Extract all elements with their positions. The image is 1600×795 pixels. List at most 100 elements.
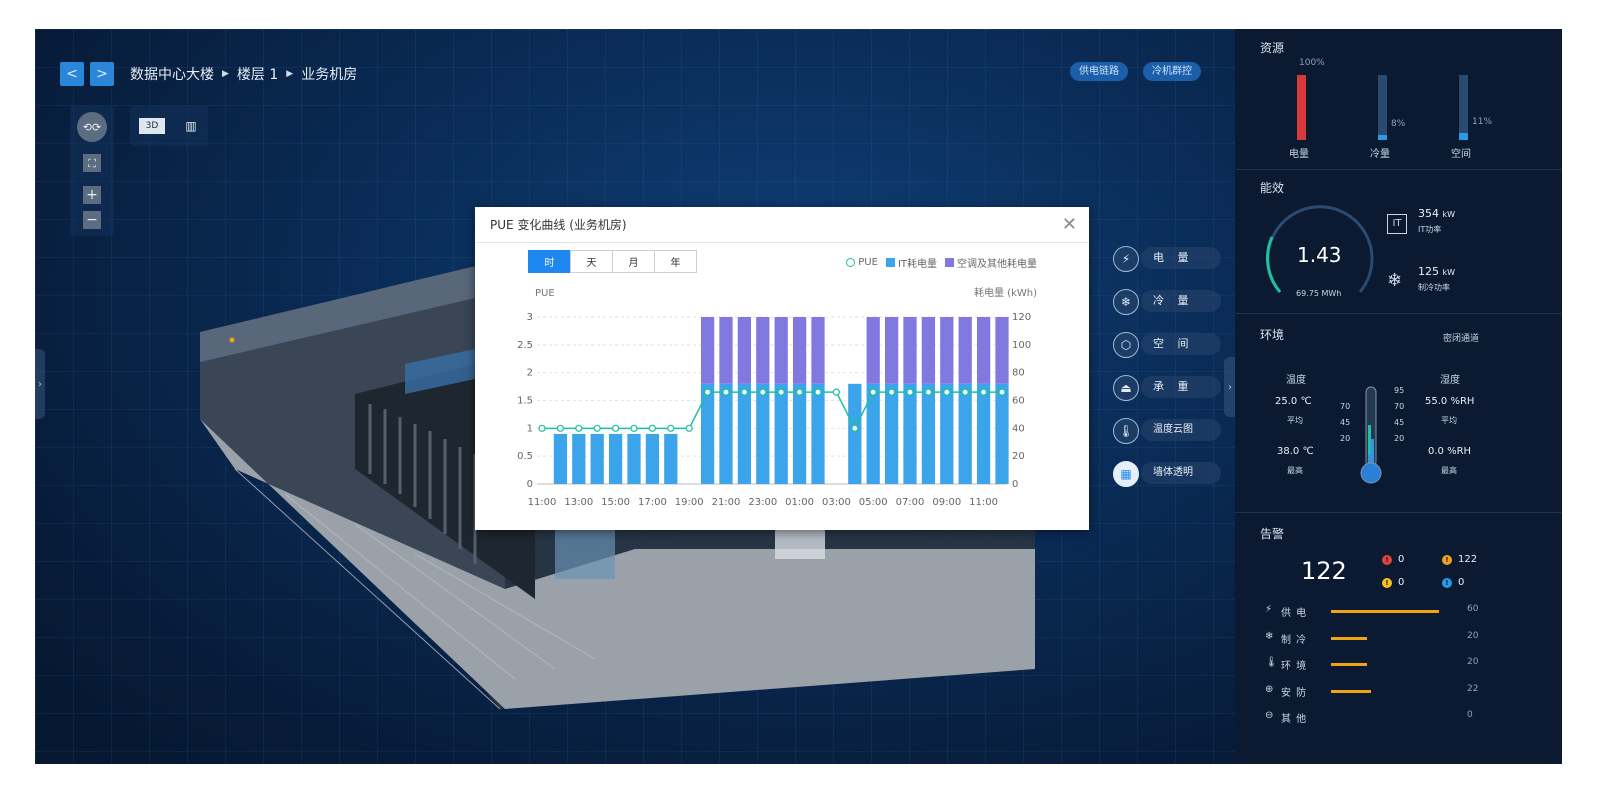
left-expand-icon[interactable]: ›	[35, 349, 45, 419]
pue-point[interactable]	[667, 424, 675, 432]
bar-it[interactable]	[627, 433, 641, 484]
y-axis-title: PUE	[535, 288, 555, 299]
bar-it[interactable]	[866, 383, 880, 484]
menu-item-3[interactable]: ⏏ 承 重	[1113, 374, 1221, 401]
x-tick-label: 07:00	[896, 497, 925, 508]
pue-point[interactable]	[943, 388, 951, 396]
3d-view-button[interactable]: 3D	[139, 118, 165, 134]
pue-point[interactable]	[722, 388, 730, 396]
bar-it[interactable]	[958, 383, 972, 484]
bar-it[interactable]	[995, 383, 1009, 484]
breadcrumb-building[interactable]: 数据中心大楼	[130, 64, 214, 84]
pue-point[interactable]	[648, 424, 656, 432]
chiller-control-button[interactable]: 冷机群控	[1143, 62, 1201, 81]
pue-point[interactable]	[924, 388, 932, 396]
fit-view-icon[interactable]: ⛶	[83, 154, 101, 172]
bar-ac[interactable]	[737, 317, 752, 384]
bar-it[interactable]	[774, 383, 788, 484]
alarm-category-count: 20	[1467, 630, 1479, 641]
bar-ac[interactable]	[958, 317, 972, 384]
bar-it[interactable]	[608, 433, 623, 484]
pue-point[interactable]	[575, 424, 583, 432]
alarm-category-bar	[1331, 689, 1371, 693]
pue-point[interactable]	[961, 388, 969, 396]
pue-point[interactable]	[556, 424, 565, 432]
pue-point[interactable]	[777, 388, 785, 396]
power-link-button[interactable]: 供电链路	[1070, 62, 1128, 81]
forward-button[interactable]: >	[90, 61, 114, 86]
pue-point[interactable]	[851, 424, 859, 432]
bar-ac[interactable]	[792, 317, 807, 384]
humidity-label: 湿度	[1440, 375, 1460, 386]
bar-it[interactable]	[940, 383, 954, 484]
bar-it[interactable]	[719, 383, 733, 484]
pue-point[interactable]	[630, 424, 638, 432]
bar-it[interactable]	[792, 383, 807, 484]
pue-point[interactable]	[869, 388, 877, 396]
pue-point[interactable]	[888, 388, 896, 396]
bar-ac[interactable]	[774, 317, 788, 384]
bar-it[interactable]	[572, 433, 586, 484]
menu-item-4[interactable]: 🌡 温度云图	[1113, 417, 1221, 444]
bar-it[interactable]	[700, 383, 715, 484]
efficiency-title: 能效	[1260, 181, 1285, 195]
bar-ac[interactable]	[903, 317, 917, 384]
zoom-out-icon[interactable]: −	[83, 211, 101, 229]
closed-aisle-link[interactable]: 密闭通道	[1443, 331, 1479, 344]
pue-point[interactable]	[593, 424, 601, 432]
y2-tick-label: 60	[1012, 396, 1025, 407]
bar-ac[interactable]	[719, 317, 733, 384]
pue-point[interactable]	[906, 388, 914, 396]
bar-it[interactable]	[664, 433, 678, 484]
bar-ac[interactable]	[940, 317, 954, 384]
pue-point[interactable]	[612, 424, 620, 432]
pue-point[interactable]	[685, 424, 693, 432]
pue-point[interactable]	[759, 388, 767, 396]
bar-it[interactable]	[976, 383, 991, 484]
pue-point[interactable]	[796, 388, 804, 396]
resource-label: 空间	[1451, 149, 1471, 160]
menu-item-1[interactable]: ❄ 冷 量	[1113, 288, 1221, 315]
bar-ac[interactable]	[756, 317, 770, 384]
x-tick-label: 13:00	[564, 497, 593, 508]
x-tick-label: 11:00	[969, 497, 998, 508]
bar-it[interactable]	[737, 383, 752, 484]
bar-ac[interactable]	[700, 317, 715, 384]
zoom-in-icon[interactable]: +	[83, 186, 101, 204]
menu-item-0[interactable]: ⚡ 电 量	[1113, 245, 1221, 272]
menu-item-2[interactable]: ⬡ 空 间	[1113, 331, 1221, 358]
pue-point[interactable]	[740, 388, 748, 396]
menu-item-label: 墙体透明	[1141, 462, 1221, 484]
pue-point[interactable]	[998, 388, 1006, 396]
bar-it[interactable]	[553, 433, 568, 484]
bar-it[interactable]	[590, 433, 604, 484]
bar-it[interactable]	[848, 383, 862, 484]
divider	[1235, 512, 1562, 513]
bar-ac[interactable]	[866, 317, 880, 384]
breadcrumb-floor[interactable]: 楼层 1	[237, 64, 278, 84]
bar-it[interactable]	[645, 433, 660, 484]
bar-it[interactable]	[921, 383, 936, 484]
pue-point[interactable]	[704, 388, 712, 396]
pue-point[interactable]	[980, 388, 988, 396]
chart-view-icon[interactable]: ▥	[182, 118, 200, 134]
alarm-level-count: 0	[1398, 577, 1405, 588]
back-button[interactable]: <	[60, 61, 84, 86]
top-navigation: < > 数据中心大楼 ▶ 楼层 1 ▶ 业务机房	[60, 56, 400, 91]
menu-item-5[interactable]: ▦ 墙体透明	[1113, 460, 1221, 487]
x-tick-label: 23:00	[748, 497, 777, 508]
rotate-icon[interactable]: ⟲⟳	[77, 112, 107, 142]
bar-it[interactable]	[756, 383, 770, 484]
bar-it[interactable]	[903, 383, 917, 484]
pue-point[interactable]	[814, 388, 822, 396]
alarm-level-icon: !	[1382, 578, 1392, 588]
bar-ac[interactable]	[995, 317, 1009, 384]
bar-ac[interactable]	[884, 317, 899, 384]
bar-ac[interactable]	[811, 317, 825, 384]
bar-ac[interactable]	[976, 317, 991, 384]
bar-it[interactable]	[884, 383, 899, 484]
pue-point[interactable]	[538, 424, 546, 432]
bar-it[interactable]	[811, 383, 825, 484]
bar-ac[interactable]	[921, 317, 936, 384]
pue-point[interactable]	[832, 388, 840, 396]
